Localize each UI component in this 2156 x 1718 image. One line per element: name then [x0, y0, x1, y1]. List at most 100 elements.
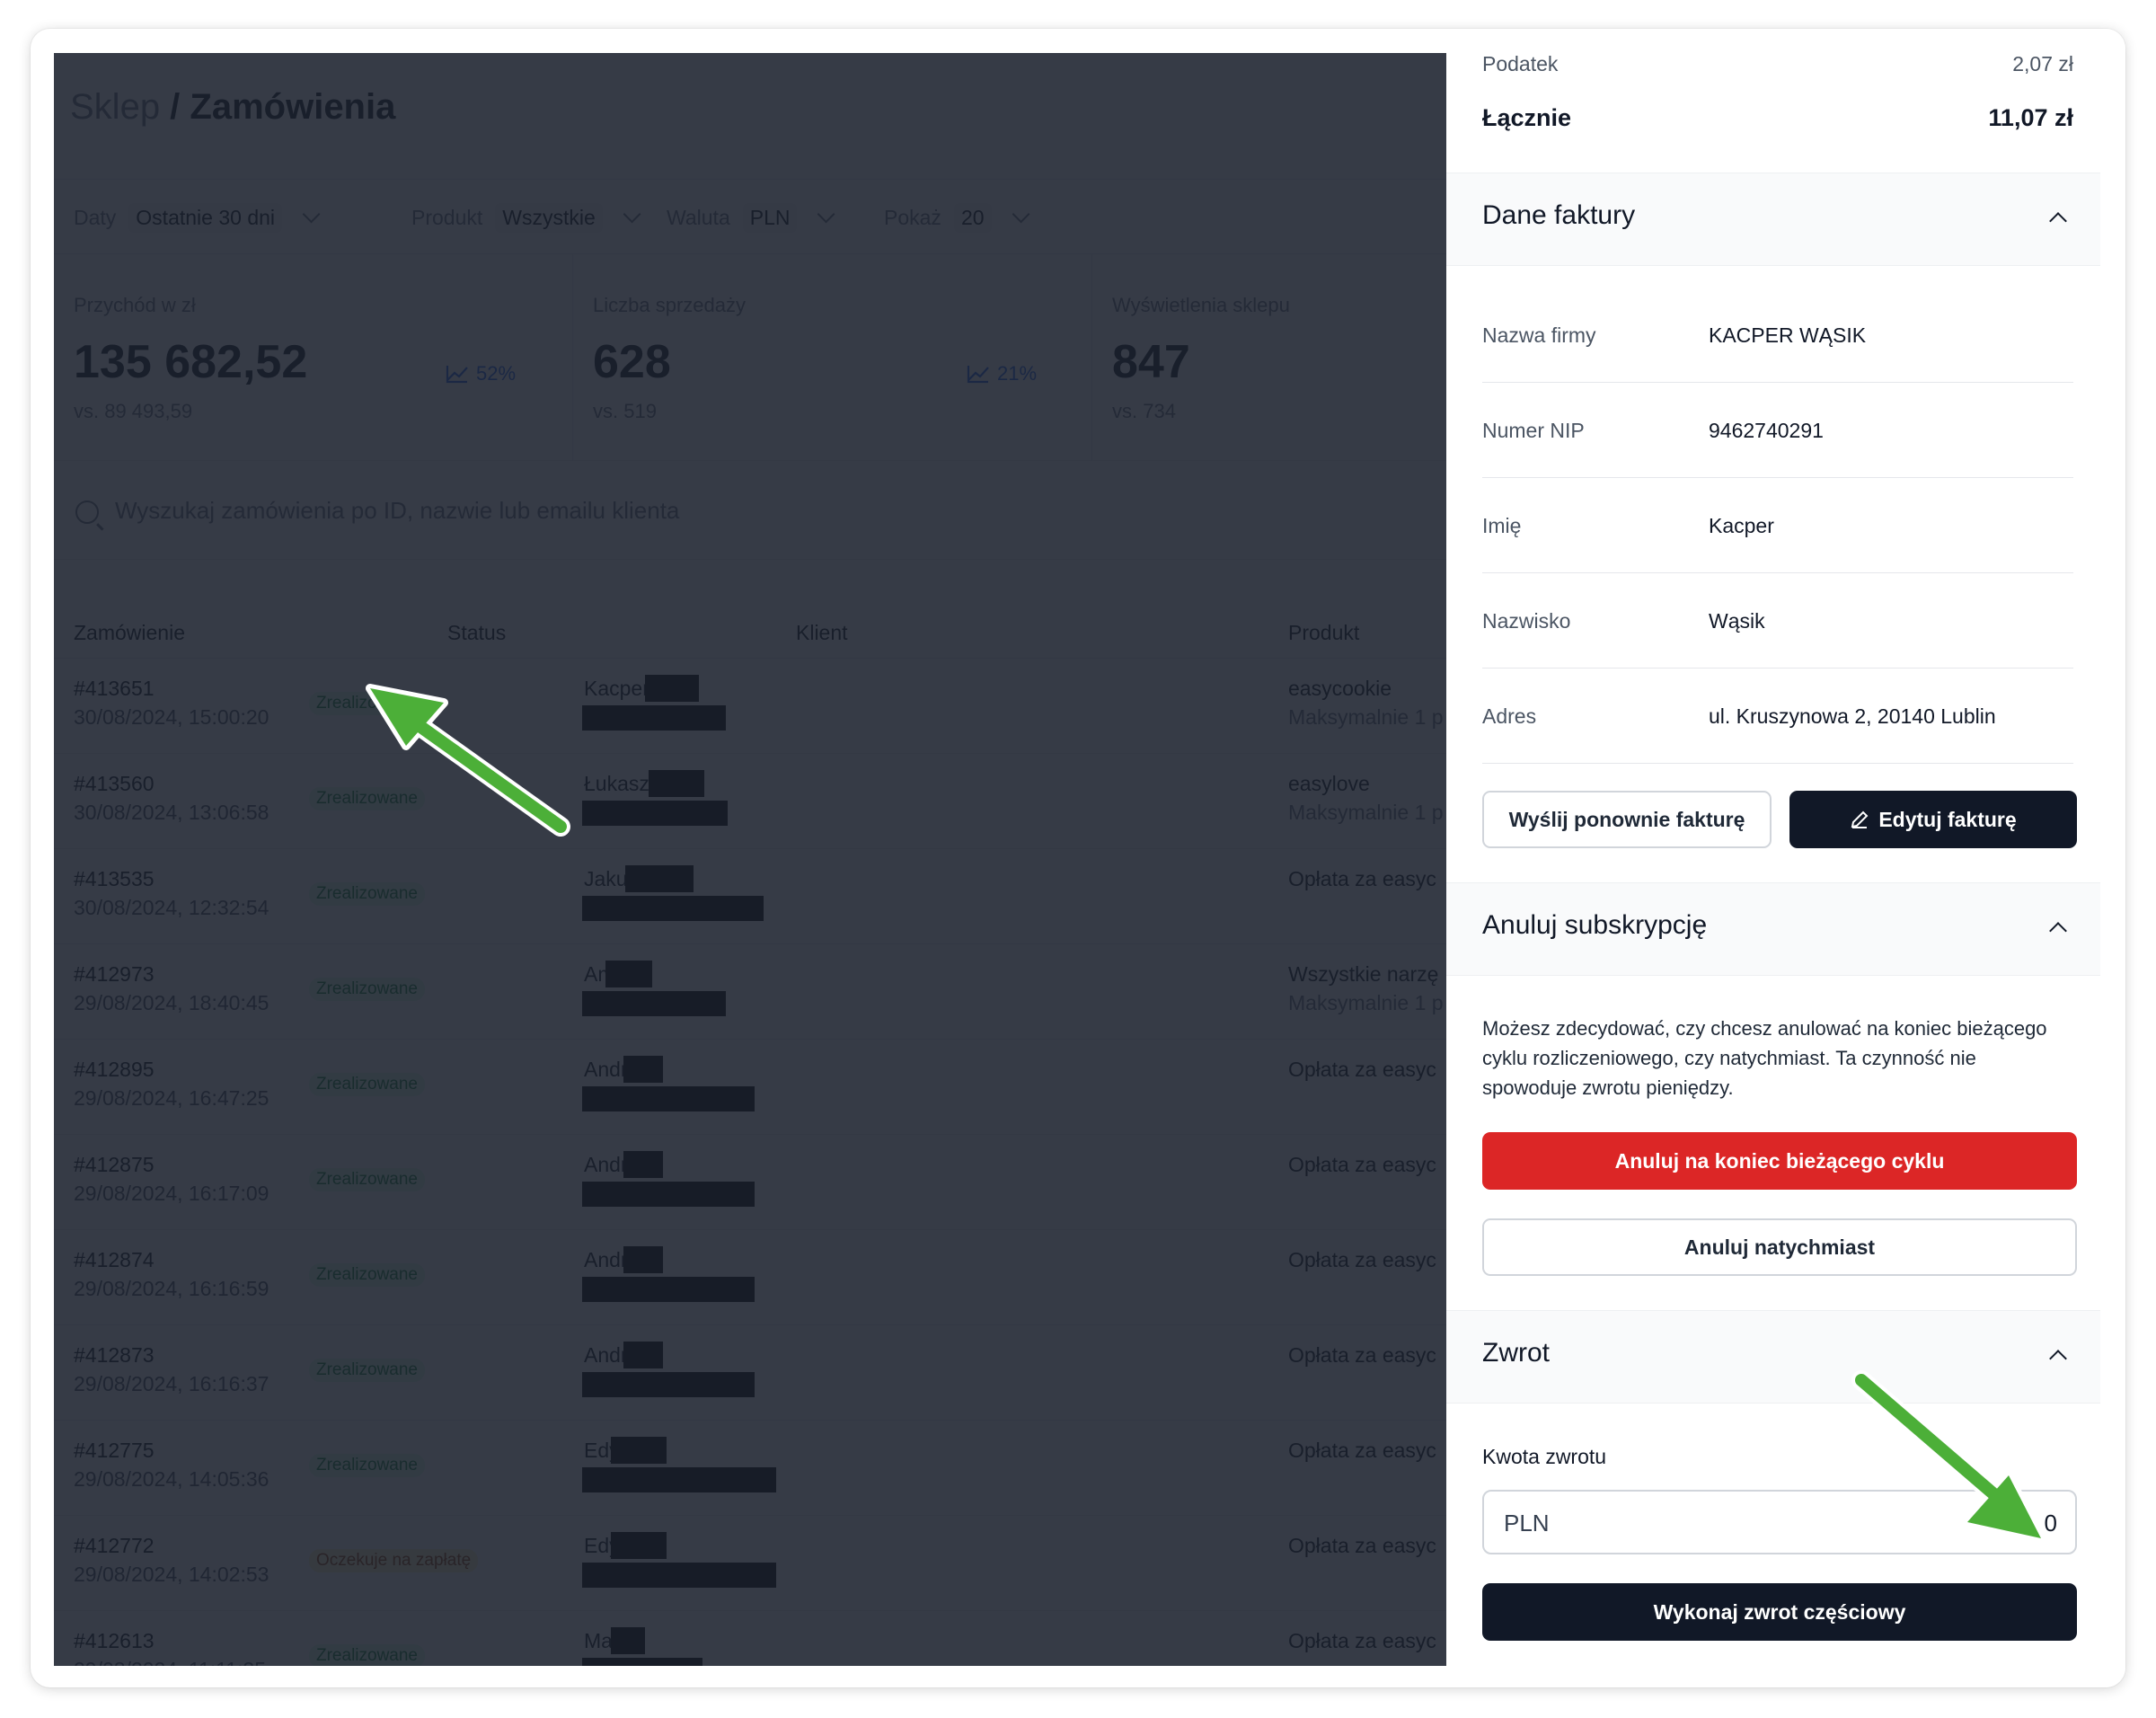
- redaction-bar: [582, 1086, 755, 1111]
- redaction-bar: [611, 1437, 667, 1464]
- column-header-client: Klient: [796, 621, 848, 644]
- filter-dates[interactable]: Daty Ostatnie 30 dni: [74, 201, 321, 234]
- table-row[interactable]: #412875 29/08/2024, 16:17:09 Zrealizowane A…: [54, 1135, 1446, 1230]
- order-date: 30/08/2024, 12:32:54: [74, 896, 270, 919]
- refund-amount-value[interactable]: 0: [2045, 1510, 2057, 1537]
- product-name: Opłata za easyc: [1288, 1534, 1436, 1557]
- order-id[interactable]: #412895: [74, 1058, 155, 1082]
- order-id[interactable]: #413651: [74, 677, 155, 701]
- stat-trend: 52%: [446, 362, 516, 385]
- redaction-bar: [645, 675, 699, 702]
- redaction-bar: [582, 1467, 776, 1492]
- table-row[interactable]: #413535 30/08/2024, 12:32:54 Zrealizowane J…: [54, 849, 1446, 944]
- order-search[interactable]: Wyszukaj zamówienia po ID, nazwie lub em…: [54, 461, 1446, 560]
- refund-amount-input[interactable]: PLN 0: [1482, 1490, 2077, 1554]
- filter-label: Pokaż: [884, 205, 941, 229]
- filter-value: Ostatnie 30 dni: [128, 202, 283, 233]
- status-badge: Zrealizowane: [309, 978, 425, 1001]
- redaction-bar: [582, 991, 726, 1016]
- total-label: Łącznie: [1482, 104, 1572, 131]
- invoice-section-header[interactable]: Dane faktury: [1446, 173, 2100, 266]
- search-input[interactable]: Wyszukaj zamówienia po ID, nazwie lub em…: [115, 497, 679, 525]
- tax-value: 2,07 zł: [2012, 52, 2073, 75]
- filter-page-size[interactable]: Pokaż 20: [884, 201, 1029, 234]
- cancel-section-header[interactable]: Anuluj subskrypcję: [1446, 882, 2100, 976]
- partial-refund-button[interactable]: Wykonaj zwrot częściowy: [1482, 1583, 2077, 1641]
- chevron-up-icon[interactable]: [2049, 212, 2067, 230]
- filter-product[interactable]: Produkt Wszystkie: [411, 201, 641, 234]
- cancel-immediately-button[interactable]: Anuluj natychmiast: [1482, 1218, 2077, 1276]
- redaction-bar: [611, 1532, 667, 1559]
- product-name: Opłata za easyc: [1288, 1153, 1436, 1176]
- pencil-icon: [1851, 810, 1869, 828]
- stat-trend-value: 21%: [997, 362, 1038, 385]
- edit-invoice-button[interactable]: Edytuj fakturę: [1789, 791, 2077, 848]
- table-row[interactable]: #413651 30/08/2024, 15:00:20 Zrealizowane K…: [54, 659, 1446, 754]
- chevron-up-icon[interactable]: [2049, 922, 2067, 940]
- status-badge: Zrealizowane: [309, 1454, 425, 1477]
- order-date: 30/08/2024, 13:06:58: [74, 801, 270, 824]
- filter-value: PLN: [742, 202, 798, 233]
- table-row[interactable]: #41277529/08/2024, 14:05:36ZrealizowaneE…: [54, 1421, 1446, 1516]
- column-header-status: Status: [447, 621, 507, 644]
- redaction-bar: [611, 1627, 645, 1654]
- resend-invoice-button[interactable]: Wyślij ponownie fakturę: [1482, 791, 1772, 848]
- field-value: ul. Kruszynowa 2, 20140 Lublin: [1709, 704, 1996, 728]
- redaction-bar: [605, 961, 652, 987]
- order-id[interactable]: #412613: [74, 1629, 155, 1653]
- product-name: easylove: [1288, 772, 1370, 795]
- stat-trend: 21%: [967, 362, 1037, 385]
- order-date: 30/08/2024, 15:00:20: [74, 705, 270, 729]
- breadcrumb-separator: /: [160, 87, 190, 127]
- status-badge: Oczekuje na zapłatę: [309, 1549, 479, 1572]
- table-row[interactable]: #41261329/08/2024, 11:11:35ZrealizowaneM…: [54, 1611, 1446, 1666]
- order-id[interactable]: #412775: [74, 1439, 155, 1463]
- product-name: Opłata za easyc: [1288, 1343, 1436, 1367]
- order-id[interactable]: #412772: [74, 1534, 155, 1558]
- redaction-bar: [582, 896, 764, 921]
- order-id[interactable]: #413560: [74, 772, 155, 796]
- order-date: 29/08/2024, 16:47:25: [74, 1086, 270, 1110]
- stat-revenue: Przychód w zł 135 682,52 vs. 89 493,59 5…: [54, 254, 573, 461]
- field-label: Nazwisko: [1482, 609, 1571, 633]
- table-row[interactable]: #412772 29/08/2024, 14:02:53 Oczekuje na z…: [54, 1516, 1446, 1611]
- cancel-end-of-cycle-button[interactable]: Anuluj na koniec bieżącego cyklu: [1482, 1132, 2077, 1190]
- order-id[interactable]: #412874: [74, 1248, 155, 1272]
- breadcrumb-shop[interactable]: Sklep: [70, 87, 160, 127]
- table-row[interactable]: #413560 30/08/2024, 13:06:58 Zrealizowane Ł…: [54, 754, 1446, 849]
- chevron-up-icon[interactable]: [2049, 1350, 2067, 1368]
- status-badge: Zrealizowane: [309, 1359, 425, 1382]
- field-value: Wąsik: [1709, 609, 1765, 633]
- table-row[interactable]: #412895 29/08/2024, 16:47:25 Zrealizowane A…: [54, 1040, 1446, 1135]
- breadcrumb-current: Zamówienia: [190, 87, 396, 127]
- order-date: 29/08/2024, 16:16:37: [74, 1372, 270, 1395]
- field-value: 9462740291: [1709, 419, 1824, 442]
- client-name: Łukasz: [584, 772, 649, 795]
- refund-section-header[interactable]: Zwrot: [1446, 1310, 2100, 1404]
- redaction-bar: [582, 1372, 755, 1397]
- order-id[interactable]: #412973: [74, 962, 155, 987]
- order-id[interactable]: #412875: [74, 1153, 155, 1177]
- stat-trend-value: 52%: [476, 362, 517, 385]
- tax-label: Podatek: [1482, 52, 1559, 75]
- order-id[interactable]: #413535: [74, 867, 155, 891]
- stat-compare: vs. 519: [593, 400, 657, 422]
- field-label: Imię: [1482, 514, 1522, 537]
- field-label: Numer NIP: [1482, 419, 1585, 442]
- section-title: Anuluj subskrypcję: [1482, 910, 1708, 940]
- filter-currency[interactable]: Waluta PLN: [667, 201, 835, 234]
- product-name: Opłata za easyc: [1288, 867, 1436, 890]
- field-value: Kacper: [1709, 514, 1774, 537]
- table-row[interactable]: #412873 29/08/2024, 16:16:37 Zrealizowane A…: [54, 1325, 1446, 1421]
- order-id[interactable]: #412873: [74, 1343, 155, 1368]
- chevron-down-icon: [623, 205, 641, 224]
- redaction-bar: [582, 1277, 755, 1302]
- redaction-bar: [582, 1182, 755, 1207]
- table-row[interactable]: #412973 29/08/2024, 18:40:45 Zrealizowane A…: [54, 944, 1446, 1040]
- table-row[interactable]: #412874 29/08/2024, 16:16:59 Zrealizowane A…: [54, 1230, 1446, 1325]
- redaction-bar: [649, 770, 704, 797]
- redaction-bar: [582, 1658, 702, 1666]
- product-detail: Maksymalnie 1 p: [1288, 705, 1444, 729]
- status-badge: Zrealizowane: [309, 1644, 425, 1666]
- invoice-field-nip: Numer NIP 9462740291: [1482, 383, 2073, 478]
